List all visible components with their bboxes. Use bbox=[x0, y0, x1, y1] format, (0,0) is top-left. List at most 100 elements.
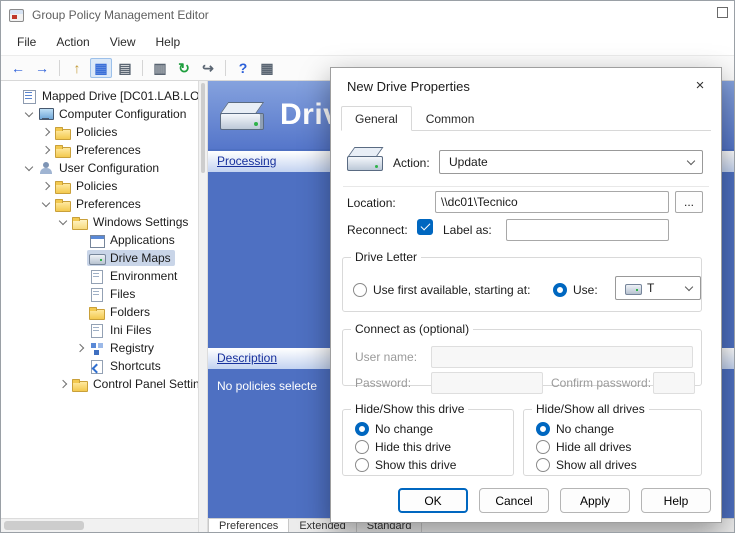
refresh-icon[interactable]: ↻ bbox=[173, 58, 195, 78]
print-icon[interactable]: ▥ bbox=[149, 58, 171, 78]
tree-item-control-panel-setting[interactable]: Control Panel Setting bbox=[1, 375, 198, 393]
chevron-down-icon[interactable] bbox=[39, 197, 53, 211]
tree-item-preferences[interactable]: Preferences bbox=[1, 141, 198, 159]
tree-item-content[interactable]: Shortcuts bbox=[87, 358, 165, 374]
reconnect-checkbox[interactable] bbox=[417, 219, 433, 235]
chevron-down-icon[interactable] bbox=[56, 215, 70, 229]
radio-use-first-available[interactable]: Use first available, starting at: bbox=[353, 281, 530, 299]
properties-icon[interactable]: ▤ bbox=[114, 58, 136, 78]
tree-item-policies[interactable]: Policies bbox=[1, 177, 198, 195]
menu-action[interactable]: Action bbox=[46, 31, 99, 53]
menu-view[interactable]: View bbox=[100, 31, 146, 53]
tree-item-content[interactable]: Policies bbox=[53, 178, 121, 194]
location-input[interactable]: \\dc01\Tecnico bbox=[435, 191, 669, 213]
chevron-right-icon[interactable] bbox=[39, 125, 53, 139]
tree-item-ini-files[interactable]: Ini Files bbox=[1, 321, 198, 339]
radio-button[interactable] bbox=[355, 422, 369, 436]
tree-item-content[interactable]: Control Panel Setting bbox=[70, 376, 198, 392]
menu-file[interactable]: File bbox=[7, 31, 46, 53]
tree-item-content[interactable]: User Configuration bbox=[36, 160, 163, 176]
tree-vertical-scrollbar[interactable] bbox=[198, 81, 208, 532]
chevron-right-icon[interactable] bbox=[39, 143, 53, 157]
user-name-input[interactable] bbox=[431, 346, 693, 368]
tree-item-mapped-drive-dc01-lab-loca[interactable]: Mapped Drive [DC01.LAB.LOCA bbox=[1, 87, 198, 105]
export-list-icon[interactable]: ↪ bbox=[197, 58, 219, 78]
chevron-right-icon[interactable] bbox=[73, 341, 87, 355]
folder-open-icon bbox=[72, 215, 88, 229]
help-icon[interactable]: ? bbox=[232, 58, 254, 78]
tree-item-drive-maps[interactable]: Drive Maps bbox=[1, 249, 198, 267]
hide-show-this-legend: Hide/Show this drive bbox=[351, 402, 468, 416]
tab-common[interactable]: Common bbox=[412, 106, 489, 130]
tree-item-content[interactable]: Windows Settings bbox=[70, 214, 192, 230]
radio-no-change[interactable]: No change bbox=[355, 420, 513, 438]
show-console-tree-icon[interactable]: ▦ bbox=[90, 58, 112, 78]
radio-button[interactable] bbox=[355, 458, 369, 472]
tree-item-content[interactable]: Registry bbox=[87, 340, 158, 356]
tree-item-preferences[interactable]: Preferences bbox=[1, 195, 198, 213]
scrollbar-thumb[interactable] bbox=[4, 521, 84, 530]
radio-button[interactable] bbox=[536, 458, 550, 472]
cancel-button[interactable]: Cancel bbox=[479, 488, 549, 513]
tree-item-content[interactable]: Applications bbox=[87, 232, 179, 248]
tree-item-content[interactable]: Policies bbox=[53, 124, 121, 140]
tree-item-environment[interactable]: Environment bbox=[1, 267, 198, 285]
radio-show-all-drives[interactable]: Show all drives bbox=[536, 456, 701, 474]
drive-letter-dropdown[interactable]: T bbox=[615, 276, 701, 300]
tree-item-content[interactable]: Preferences bbox=[53, 142, 145, 158]
radio-show-this-drive[interactable]: Show this drive bbox=[355, 456, 513, 474]
chevron-down-icon[interactable] bbox=[22, 161, 36, 175]
radio-button[interactable] bbox=[553, 283, 567, 297]
password-input[interactable] bbox=[431, 372, 543, 394]
back-icon[interactable]: ← bbox=[7, 58, 29, 78]
label-as-label: Label as: bbox=[443, 223, 492, 237]
tree-item-content[interactable]: Files bbox=[87, 286, 139, 302]
tree-item-content[interactable]: Computer Configuration bbox=[36, 106, 190, 122]
tree-item-content[interactable]: Folders bbox=[87, 304, 154, 320]
tree-item-content[interactable]: Preferences bbox=[53, 196, 145, 212]
apply-button[interactable]: Apply bbox=[560, 488, 630, 513]
radio-button[interactable] bbox=[536, 440, 550, 454]
tree-item-content[interactable]: Drive Maps bbox=[87, 250, 175, 266]
tree-item-user-configuration[interactable]: User Configuration bbox=[1, 159, 198, 177]
tree-item-registry[interactable]: Registry bbox=[1, 339, 198, 357]
radio-use[interactable]: Use: bbox=[553, 281, 598, 299]
tab-general[interactable]: General bbox=[341, 106, 412, 131]
forward-icon[interactable]: → bbox=[31, 58, 53, 78]
browse-button[interactable]: ... bbox=[675, 191, 703, 213]
menu-help[interactable]: Help bbox=[146, 31, 191, 53]
chevron-right-icon[interactable] bbox=[39, 179, 53, 193]
radio-hide-all-drives[interactable]: Hide all drives bbox=[536, 438, 701, 456]
tree-horizontal-scrollbar[interactable] bbox=[1, 518, 198, 532]
ok-button[interactable]: OK bbox=[398, 488, 468, 513]
label-as-input[interactable] bbox=[506, 219, 669, 241]
tree-item-content[interactable]: Environment bbox=[87, 268, 181, 284]
view-tab-preferences[interactable]: Preferences bbox=[208, 519, 289, 532]
close-icon[interactable]: × bbox=[689, 74, 711, 96]
chevron-right-icon[interactable] bbox=[56, 377, 70, 391]
radio-hide-this-drive[interactable]: Hide this drive bbox=[355, 438, 513, 456]
tree-item-content[interactable]: Mapped Drive [DC01.LAB.LOCA bbox=[19, 88, 198, 104]
tree-item-computer-configuration[interactable]: Computer Configuration bbox=[1, 105, 198, 123]
up-one-level-icon[interactable]: ↑ bbox=[66, 58, 88, 78]
chevron-down-icon[interactable] bbox=[22, 107, 36, 121]
help-button[interactable]: Help bbox=[641, 488, 711, 513]
chevron-placeholder bbox=[73, 251, 87, 265]
radio-button[interactable] bbox=[353, 283, 367, 297]
tree-item-applications[interactable]: Applications bbox=[1, 231, 198, 249]
action-dropdown[interactable]: Update bbox=[439, 150, 703, 174]
view-menu-icon[interactable]: ▦ bbox=[256, 58, 278, 78]
tree-item-policies[interactable]: Policies bbox=[1, 123, 198, 141]
doc-icon bbox=[89, 323, 105, 337]
tree-item-content[interactable]: Ini Files bbox=[87, 322, 155, 338]
radio-button[interactable] bbox=[355, 440, 369, 454]
tree-item-windows-settings[interactable]: Windows Settings bbox=[1, 213, 198, 231]
tree-item-shortcuts[interactable]: Shortcuts bbox=[1, 357, 198, 375]
tree-item-files[interactable]: Files bbox=[1, 285, 198, 303]
scrollbar-thumb[interactable] bbox=[201, 83, 205, 173]
maximize-icon[interactable] bbox=[717, 7, 728, 18]
radio-no-change[interactable]: No change bbox=[536, 420, 701, 438]
radio-button[interactable] bbox=[536, 422, 550, 436]
tree-item-folders[interactable]: Folders bbox=[1, 303, 198, 321]
confirm-password-input[interactable] bbox=[653, 372, 695, 394]
